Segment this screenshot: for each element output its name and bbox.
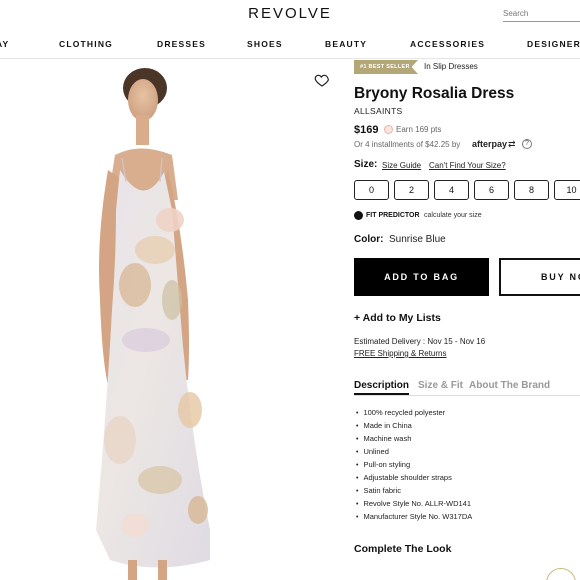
help-icon[interactable]: ? bbox=[522, 139, 532, 149]
tab-size-fit[interactable]: Size & Fit bbox=[418, 380, 463, 391]
product-image[interactable] bbox=[60, 60, 335, 580]
description-list: 100% recycled polyester Made in China Ma… bbox=[356, 406, 472, 523]
nav-item-designers[interactable]: DESIGNERS bbox=[527, 39, 580, 49]
list-item: Satin fabric bbox=[356, 484, 472, 497]
nav-item-dresses[interactable]: DRESSES bbox=[157, 39, 206, 49]
points-icon bbox=[384, 125, 393, 134]
afterpay-logo: afterpay bbox=[472, 139, 508, 149]
heart-icon[interactable] bbox=[314, 72, 330, 88]
list-item: Unlined bbox=[356, 445, 472, 458]
fit-predictor-label[interactable]: FIT PREDICTOR bbox=[366, 212, 420, 219]
tabs-divider bbox=[354, 395, 580, 396]
color-value: Sunrise Blue bbox=[389, 234, 446, 245]
tab-about-brand[interactable]: About The Brand bbox=[469, 380, 550, 391]
product-price: $169 bbox=[354, 124, 379, 136]
size-label: Size: bbox=[354, 159, 378, 170]
best-seller-category[interactable]: In Slip Dresses bbox=[424, 62, 478, 71]
nav-item-accessories[interactable]: ACCESSORIES bbox=[410, 39, 485, 49]
size-guide-link[interactable]: Size Guide bbox=[382, 161, 421, 170]
afterpay-arrows-icon: ⇄ bbox=[508, 139, 516, 149]
tab-description[interactable]: Description bbox=[354, 380, 410, 395]
list-item: Made in China bbox=[356, 419, 472, 432]
model-wearing-dress-illustration bbox=[96, 68, 210, 580]
size-button-0[interactable]: 0 bbox=[354, 180, 389, 200]
list-item: 100% recycled polyester bbox=[356, 406, 472, 419]
size-button-4[interactable]: 4 bbox=[434, 180, 469, 200]
free-shipping-link[interactable]: FREE Shipping & Returns bbox=[354, 349, 447, 358]
size-button-8[interactable]: 8 bbox=[514, 180, 549, 200]
product-brand[interactable]: ALLSAINTS bbox=[354, 106, 403, 116]
points-text: Earn 169 pts bbox=[396, 125, 442, 134]
add-to-bag-button[interactable]: ADD TO BAG bbox=[354, 258, 489, 296]
color-label: Color: bbox=[354, 234, 384, 245]
cant-find-size-link[interactable]: Can't Find Your Size? bbox=[429, 161, 506, 170]
fit-predictor-icon bbox=[354, 211, 363, 220]
complete-the-look-heading: Complete The Look bbox=[354, 543, 452, 555]
search-input[interactable]: Search bbox=[503, 8, 580, 22]
nav-item-today[interactable]: AY bbox=[0, 39, 9, 49]
list-item: Revolve Style No. ALLR-WD141 bbox=[356, 497, 472, 510]
installments-text: Or 4 installments of $42.25 by bbox=[354, 140, 461, 149]
site-logo[interactable]: REVOLVE bbox=[0, 5, 580, 22]
product-title: Bryony Rosalia Dress bbox=[354, 85, 515, 102]
list-item: Machine wash bbox=[356, 432, 472, 445]
buy-now-button[interactable]: BUY NOW bbox=[499, 258, 580, 296]
nav-item-shoes[interactable]: SHOES bbox=[247, 39, 283, 49]
size-button-2[interactable]: 2 bbox=[394, 180, 429, 200]
best-seller-badge: #1 BEST SELLER bbox=[354, 60, 418, 74]
main-nav: AY CLOTHING DRESSES SHOES BEAUTY ACCESSO… bbox=[0, 39, 580, 51]
list-item: Pull-on styling bbox=[356, 458, 472, 471]
nav-item-clothing[interactable]: CLOTHING bbox=[59, 39, 113, 49]
list-item: Adjustable shoulder straps bbox=[356, 471, 472, 484]
chat-icon[interactable] bbox=[546, 568, 576, 580]
add-to-lists-link[interactable]: + Add to My Lists bbox=[354, 312, 441, 324]
fit-predictor-text[interactable]: calculate your size bbox=[424, 212, 482, 219]
size-button-10[interactable]: 10 bbox=[554, 180, 580, 200]
nav-item-beauty[interactable]: BEAUTY bbox=[325, 39, 367, 49]
list-item: Manufacturer Style No. W317DA bbox=[356, 510, 472, 523]
estimated-delivery: Estimated Delivery : Nov 15 - Nov 16 bbox=[354, 337, 486, 346]
nav-divider bbox=[0, 58, 580, 59]
size-button-6[interactable]: 6 bbox=[474, 180, 509, 200]
